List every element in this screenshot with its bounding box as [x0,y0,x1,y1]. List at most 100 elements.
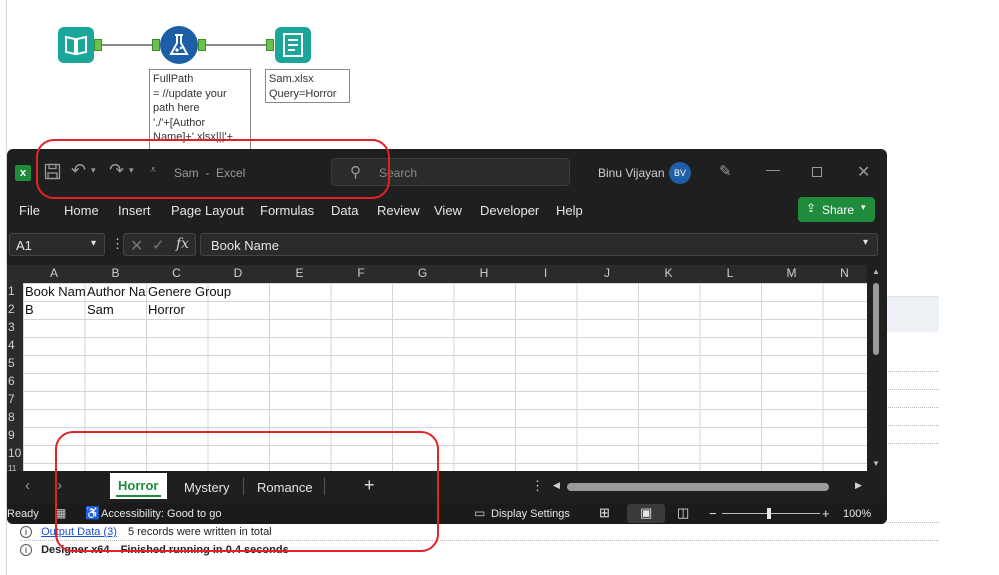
vertical-scrollbar[interactable]: ▲ ▼ [869,265,883,471]
cell-c2[interactable]: Horror [148,302,185,317]
row-header[interactable]: 2 [8,302,15,316]
page-layout-view-glyph: ▣ [640,505,653,520]
connection-line [206,44,266,46]
zoom-in-icon[interactable]: + [822,506,830,521]
display-settings-icon[interactable]: ▭ [474,506,485,520]
formula-value: Book Name [211,238,279,253]
select-all-corner[interactable] [7,265,23,283]
formula-input[interactable]: Book Name ▾ [200,233,878,256]
output-data-tool[interactable] [275,27,311,63]
column-header[interactable]: M [761,265,822,282]
name-box[interactable]: A1 ▾ [9,233,105,256]
menu-data[interactable]: Data [331,203,358,218]
menu-developer[interactable]: Developer [480,203,539,218]
output-annotation: Sam.xlsx Query=Horror [265,69,350,103]
annotation-line: path here [153,102,200,114]
row-header[interactable]: 10 [8,446,21,460]
scroll-left-icon[interactable]: ◀ [553,480,560,491]
share-icon: ⇪ [806,201,817,215]
minimize-icon[interactable]: — [766,161,780,177]
close-icon[interactable]: ✕ [857,162,870,182]
enter-icon[interactable]: ✓ [152,236,165,254]
input-output-anchor[interactable] [94,39,102,51]
scroll-right-icon[interactable]: ▶ [855,480,862,491]
name-box-value: A1 [16,238,32,253]
column-header[interactable]: F [330,265,392,282]
maximize-icon[interactable] [812,167,822,177]
chevron-down-icon: ▾ [863,237,869,248]
connection-line [102,44,152,46]
column-header[interactable]: L [699,265,761,282]
insert-function-icon[interactable]: fx [176,236,189,252]
column-header[interactable]: E [269,265,330,282]
row-header[interactable]: 9 [8,428,15,442]
cell-b2[interactable]: Sam [87,302,114,317]
avatar[interactable]: BV [669,162,691,184]
annotation-line: = //update your [153,87,227,100]
horizontal-scroll-thumb[interactable] [567,483,829,491]
zoom-level[interactable]: 100% [843,508,871,520]
column-header[interactable]: B [85,265,146,282]
share-button[interactable]: ⇪ Share ▾ [798,197,875,222]
cell-a1[interactable]: Book Name [25,284,85,299]
column-header[interactable]: I [515,265,576,282]
row-header[interactable]: 6 [8,374,15,388]
row-header[interactable]: 5 [8,356,15,370]
column-header[interactable]: C [146,265,207,282]
formula-output-anchor[interactable] [198,39,206,51]
page-break-view-icon[interactable]: ◫ [677,505,689,521]
menu-formulas[interactable]: Formulas [260,203,314,218]
row-header[interactable]: 1 [8,284,15,298]
sheet-prev-icon[interactable]: ‹ [25,477,30,494]
zoom-slider-thumb[interactable] [767,508,771,519]
column-header[interactable]: K [638,265,699,282]
chevron-down-icon: ▾ [861,202,866,212]
info-icon: i [20,526,32,539]
menu-file[interactable]: File [19,203,40,218]
column-header[interactable]: H [453,265,515,282]
chevron-down-icon: ▾ [91,238,97,249]
scroll-thumb[interactable] [873,283,879,355]
highlight-title-bar [36,139,390,199]
column-header[interactable]: G [392,265,453,282]
pen-icon[interactable]: ✎ [719,162,732,180]
row-header[interactable]: 4 [8,338,15,352]
cell-a2[interactable]: B [25,302,34,317]
cancel-icon[interactable]: ✕ [130,236,143,256]
column-header[interactable]: N [822,265,867,282]
annotation-line: Query=Horror [269,87,337,100]
row-header[interactable]: 3 [8,320,15,334]
menu-page-layout[interactable]: Page Layout [171,203,244,218]
row-header[interactable]: 8 [8,410,15,424]
normal-view-icon[interactable]: ⊞ [599,505,610,521]
menu-home[interactable]: Home [64,203,99,218]
display-settings[interactable]: Display Settings [491,508,570,520]
input-data-tool[interactable] [58,27,94,63]
column-header[interactable]: D [207,265,269,282]
formula-tool[interactable] [160,26,198,64]
status-ready: Ready [7,508,39,520]
annotation-line: './'+[Author [153,116,206,129]
annotation-line: FullPath [153,73,194,85]
formula-input-anchor[interactable] [152,39,160,51]
menu-review[interactable]: Review [377,203,420,218]
menu-insert[interactable]: Insert [118,203,151,218]
output-document-icon [283,33,303,57]
share-label: Share [822,203,855,217]
zoom-slider[interactable] [722,513,820,514]
scroll-down-icon[interactable]: ▼ [872,459,880,468]
row-header[interactable]: 7 [8,392,15,406]
more-options-icon[interactable]: ⋮ [531,478,544,494]
column-header[interactable]: J [576,265,638,282]
output-input-anchor[interactable] [266,39,274,51]
menu-view[interactable]: View [434,203,462,218]
cell-b1[interactable]: Author Name [87,284,146,299]
menu-help[interactable]: Help [556,203,583,218]
formula-buttons: ✕ ✓ fx [123,233,196,256]
zoom-out-icon[interactable]: − [709,506,717,521]
cell-c1[interactable]: Genere Group [148,284,258,299]
column-header[interactable]: A [23,265,85,282]
user-name[interactable]: Binu Vijayan [598,166,665,180]
excel-icon: x [15,165,31,181]
scroll-up-icon[interactable]: ▲ [872,267,880,276]
